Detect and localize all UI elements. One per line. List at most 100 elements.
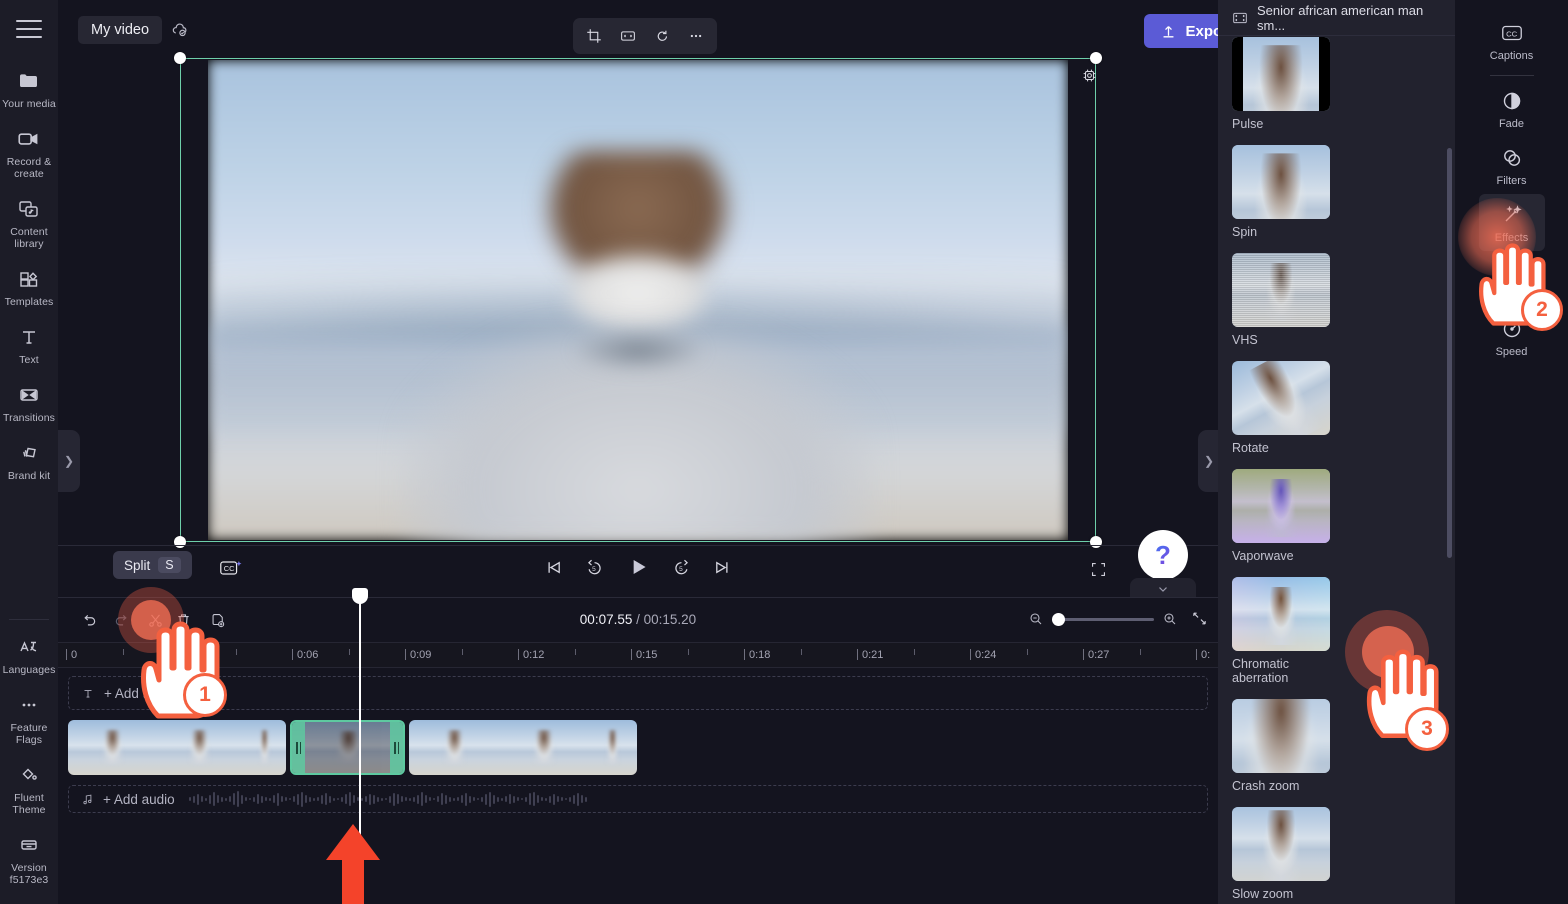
crop-icon[interactable]: [579, 22, 609, 50]
tool-item-effects[interactable]: Effects: [1478, 194, 1545, 251]
fit-icon[interactable]: [613, 22, 643, 50]
zoom-slider[interactable]: [1052, 612, 1154, 626]
waveform-bar: [193, 795, 195, 803]
effect-item[interactable]: Rotate: [1232, 361, 1330, 455]
forward-5s-button[interactable]: 5: [671, 557, 692, 578]
sidebar-item-brand-kit[interactable]: Brand kit: [0, 432, 58, 488]
video-canvas[interactable]: [208, 60, 1068, 540]
effect-preview-image: [1232, 699, 1330, 773]
effects-scroll-container[interactable]: Pulse Spin VHS Rotate Vaporwave Chromatic abe…: [1218, 37, 1455, 904]
ruler-tick-label: 0:24: [975, 649, 997, 661]
tool-item-speed[interactable]: Speed: [1479, 308, 1545, 365]
waveform-bar: [297, 793, 299, 805]
waveform-bar: [229, 796, 231, 802]
settings-icon[interactable]: [1080, 66, 1100, 86]
tool-rail-divider: [1489, 75, 1534, 76]
zoom-out-icon[interactable]: [1028, 611, 1044, 627]
rotate-icon[interactable]: [647, 22, 677, 50]
text-track-add[interactable]: + Add text: [68, 676, 1208, 710]
chevron-down-icon: [1159, 587, 1167, 592]
cloud-saved-icon[interactable]: [170, 20, 190, 45]
timeline-clip[interactable]: [68, 720, 286, 775]
sidebar-item-your-media[interactable]: Your media: [0, 60, 58, 116]
effect-item[interactable]: VHS: [1232, 253, 1330, 347]
tool-item-label: Speed: [1495, 346, 1528, 358]
zoom-slider-knob[interactable]: [1052, 612, 1065, 626]
sidebar-item-transitions[interactable]: Transitions: [0, 374, 58, 430]
effect-item[interactable]: Slow zoom: [1232, 807, 1330, 901]
sidebar-item-text[interactable]: Text: [0, 316, 58, 372]
sidebar-item-label: Transitions: [2, 412, 56, 424]
clip-trim-handle-left[interactable]: [292, 722, 305, 773]
film-strip-icon: [1232, 11, 1248, 25]
waveform-bar: [241, 794, 243, 804]
video-track: [68, 720, 1208, 775]
audio-track-add[interactable]: + Add audio: [68, 785, 1208, 813]
hamburger-menu-icon[interactable]: [16, 20, 42, 38]
effect-preview-image: [1232, 361, 1330, 435]
waveform-bar: [425, 795, 427, 803]
zoom-in-icon[interactable]: [1162, 611, 1178, 627]
upload-icon: [1164, 25, 1174, 37]
rewind-5s-button[interactable]: 5: [584, 557, 605, 578]
right-panel-toggle[interactable]: ❯: [1198, 430, 1220, 492]
effect-item[interactable]: Chromatic aberration: [1232, 577, 1330, 685]
waveform-bar: [493, 794, 495, 804]
ruler-tick-label: 0:06: [297, 649, 319, 661]
play-button[interactable]: [625, 554, 651, 580]
timeline-ruler[interactable]: 0 0:03 0:06 0:09 0:12 0:15 0:18 0:21 0:24 0:27 0:: [58, 642, 1218, 668]
sidebar-item-label: Languages: [2, 664, 56, 676]
project-title[interactable]: My video: [78, 16, 163, 44]
tool-item-adjust-colors[interactable]: Adjust colors: [1479, 251, 1545, 308]
waveform-bar: [365, 796, 367, 802]
effect-item[interactable]: Crash zoom: [1232, 699, 1330, 793]
effect-label: VHS: [1232, 333, 1258, 347]
timeline-playhead[interactable]: [352, 588, 368, 853]
timeline-clip-selected[interactable]: [290, 720, 405, 775]
effect-item[interactable]: Spin: [1232, 145, 1330, 239]
help-button[interactable]: ?: [1138, 530, 1188, 580]
skip-to-start-button[interactable]: [543, 557, 564, 578]
sidebar-item-templates[interactable]: Templates: [0, 258, 58, 314]
effect-preview-image: [1232, 253, 1330, 327]
sidebar-item-feature-flags[interactable]: Feature Flags: [0, 684, 58, 752]
filters-icon: [1500, 145, 1524, 171]
sidebar-item-record-create[interactable]: Record & create: [0, 118, 58, 186]
ruler-tick-label: 0:12: [523, 649, 545, 661]
waveform-bar: [205, 797, 207, 801]
effect-item[interactable]: Pulse: [1232, 37, 1330, 131]
video-subject-beard: [564, 252, 712, 334]
waveform-bar: [377, 796, 379, 802]
tool-item-captions[interactable]: CC Captions: [1479, 12, 1545, 69]
waveform-bar: [249, 798, 251, 800]
waveform-bar: [501, 797, 503, 801]
left-panel-toggle[interactable]: ❯: [58, 430, 80, 492]
left-sidebar: Your media Record & create Content libra…: [0, 0, 58, 904]
waveform-bar: [373, 794, 375, 804]
waveform-bar: [277, 792, 279, 806]
tool-item-filters[interactable]: Filters: [1479, 137, 1545, 194]
effects-scrollbar[interactable]: [1447, 148, 1452, 558]
waveform-bar: [285, 797, 287, 801]
fit-timeline-button[interactable]: [1191, 610, 1208, 632]
sidebar-item-fluent-theme[interactable]: Fluent Theme: [0, 754, 58, 822]
waveform-bar: [465, 792, 467, 806]
effect-preview-image: [1232, 577, 1330, 651]
waveform-bar: [441, 793, 443, 805]
sidebar-item-version[interactable]: Version f5173e3: [0, 824, 58, 892]
sidebar-item-content-library[interactable]: Content library: [0, 188, 58, 256]
ruler-tick-label: 0:09: [410, 649, 432, 661]
tool-item-fade[interactable]: Fade: [1479, 80, 1545, 137]
timeline-clip[interactable]: [409, 720, 637, 775]
sidebar-item-label: Feature Flags: [10, 722, 48, 746]
clip-trim-handle-right[interactable]: [390, 722, 403, 773]
sidebar-item-languages[interactable]: Languages: [0, 626, 58, 682]
waveform-bar: [581, 795, 583, 803]
more-options-icon[interactable]: [681, 22, 711, 50]
playhead-handle[interactable]: [352, 588, 368, 604]
fullscreen-button[interactable]: [1089, 560, 1108, 584]
waveform-bar: [289, 798, 291, 800]
effect-item[interactable]: Vaporwave: [1232, 469, 1330, 563]
skip-to-end-button[interactable]: [712, 557, 733, 578]
sidebar-item-label: Fluent Theme: [12, 792, 46, 816]
